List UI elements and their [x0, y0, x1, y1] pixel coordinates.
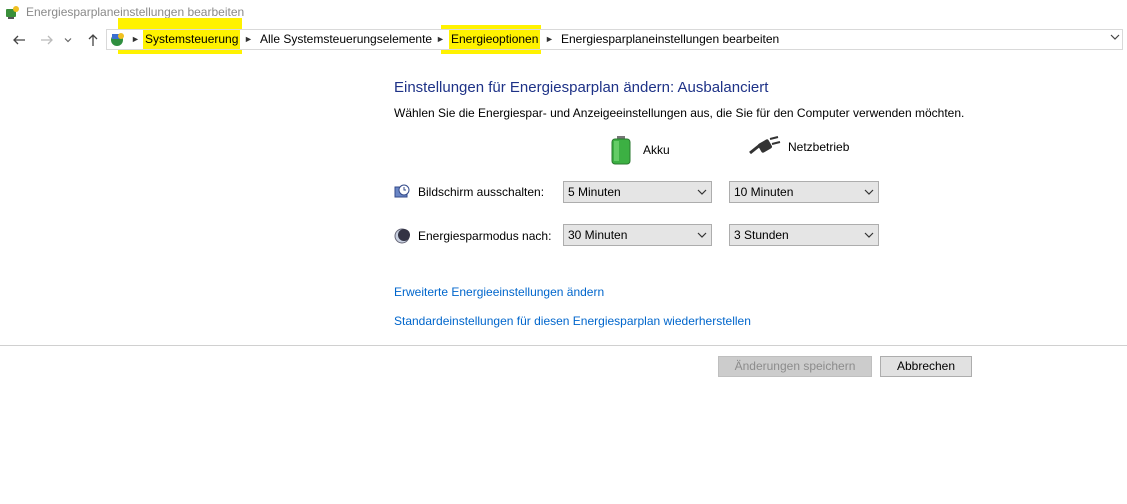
power-plug-icon: [749, 136, 781, 155]
divider: [0, 345, 1127, 346]
chevron-right-icon: ►: [131, 34, 140, 44]
screen-off-row-label: Bildschirm ausschalten:: [394, 184, 544, 200]
address-bar[interactable]: ► Systemsteuerung ► Alle Systemsteuerung…: [106, 29, 1123, 50]
chevron-down-icon: [864, 225, 874, 245]
navigation-bar: ► Systemsteuerung ► Alle Systemsteuerung…: [0, 27, 1127, 53]
chevron-down-icon: [697, 225, 707, 245]
advanced-settings-link[interactable]: Erweiterte Energieeinstellungen ändern: [394, 285, 604, 299]
back-arrow-icon[interactable]: [10, 31, 28, 49]
screen-off-plugged-value: 10 Minuten: [734, 185, 794, 199]
sleep-battery-select[interactable]: 30 Minuten: [563, 224, 712, 246]
sleep-battery-value: 30 Minuten: [568, 228, 628, 242]
moon-icon: [394, 228, 410, 244]
page-title: Einstellungen für Energiesparplan ändern…: [394, 79, 769, 96]
plugged-in-column-label: Netzbetrieb: [788, 140, 850, 154]
monitor-clock-icon: [394, 184, 410, 198]
restore-defaults-link[interactable]: Standardeinstellungen für diesen Energie…: [394, 314, 751, 328]
chevron-down-icon: [864, 182, 874, 202]
breadcrumb-current-page[interactable]: Energiesparplaneinstellungen bearbeiten: [561, 30, 779, 49]
sleep-plugged-select[interactable]: 3 Stunden: [729, 224, 879, 246]
chevron-down-icon: [697, 182, 707, 202]
cancel-button[interactable]: Abbrechen: [880, 356, 972, 377]
window-title: Energiesparplaneinstellungen bearbeiten: [26, 5, 245, 19]
power-options-icon: [6, 6, 19, 19]
sleep-plugged-value: 3 Stunden: [734, 228, 789, 242]
up-arrow-icon[interactable]: [84, 31, 102, 49]
breadcrumb-alle-systemsteuerungselemente[interactable]: Alle Systemsteuerungselemente: [260, 30, 432, 49]
screen-off-battery-select[interactable]: 5 Minuten: [563, 181, 712, 203]
battery-column-label: Akku: [643, 143, 670, 157]
chevron-right-icon: ►: [244, 34, 253, 44]
save-changes-button[interactable]: Änderungen speichern: [718, 356, 872, 377]
screen-off-label: Bildschirm ausschalten:: [418, 185, 545, 199]
chevron-down-icon[interactable]: [62, 31, 74, 49]
breadcrumb-systemsteuerung[interactable]: Systemsteuerung: [143, 30, 241, 49]
sleep-row-label: Energiesparmodus nach:: [394, 228, 551, 244]
breadcrumb-energieoptionen[interactable]: Energieoptionen: [449, 30, 541, 49]
battery-column-header: Akku: [610, 135, 670, 165]
screen-off-battery-value: 5 Minuten: [568, 185, 621, 199]
control-panel-icon: [111, 33, 124, 46]
page-description: Wählen Sie die Energiespar- und Anzeigee…: [394, 106, 965, 120]
address-dropdown-icon[interactable]: [1110, 30, 1120, 49]
battery-icon: [611, 136, 631, 165]
plugged-in-column-header: Netzbetrieb: [748, 135, 849, 159]
chevron-right-icon: ►: [545, 34, 554, 44]
chevron-right-icon: ►: [436, 34, 445, 44]
forward-arrow-icon[interactable]: [38, 31, 56, 49]
sleep-label: Energiesparmodus nach:: [418, 229, 552, 243]
screen-off-plugged-select[interactable]: 10 Minuten: [729, 181, 879, 203]
